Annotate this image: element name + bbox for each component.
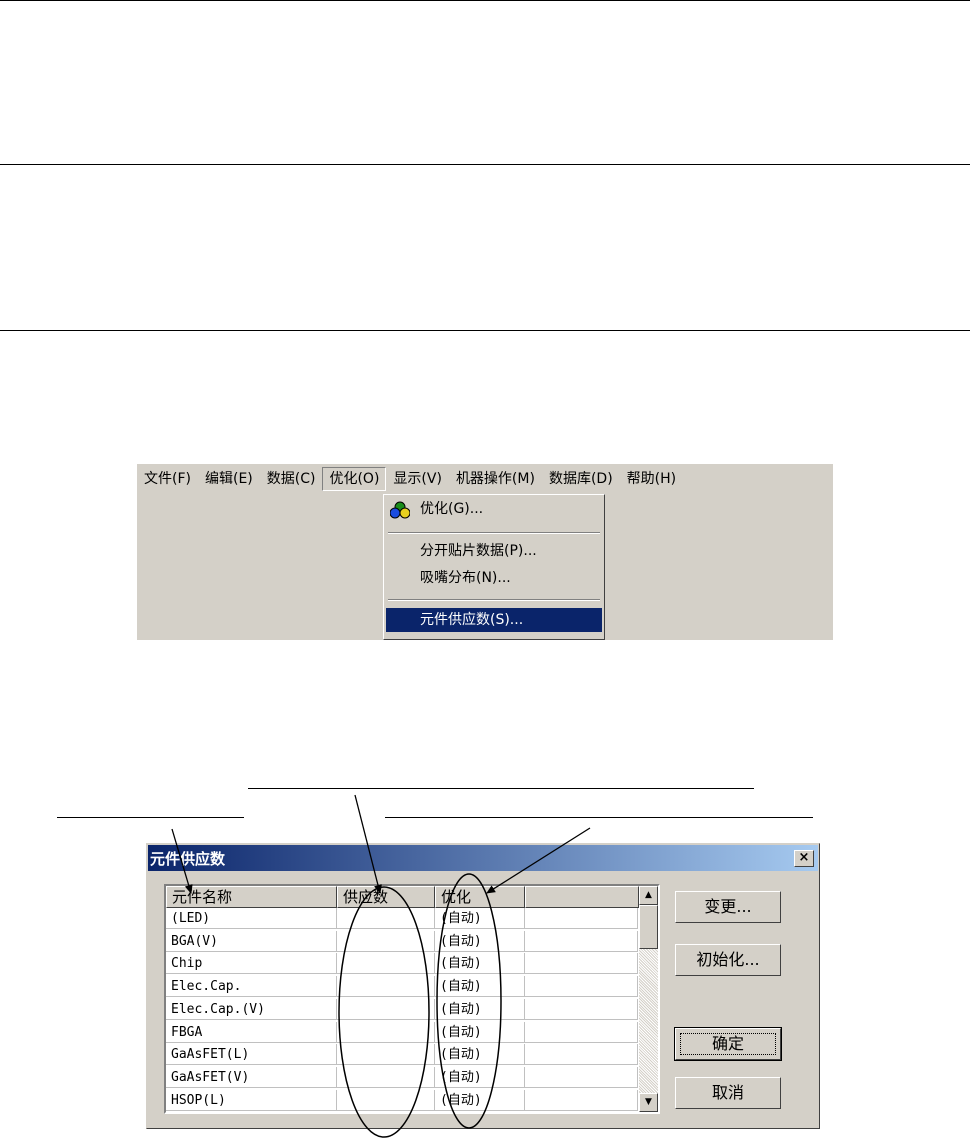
highlight-ellipse-optimize (436, 873, 502, 1129)
arrow-to-optimize-column (486, 827, 591, 894)
arrow-to-supply-column (354, 794, 382, 894)
arrow-to-name-column (171, 828, 193, 894)
annotation-overlay (171, 794, 591, 1138)
highlight-ellipse-supply (338, 886, 430, 1138)
